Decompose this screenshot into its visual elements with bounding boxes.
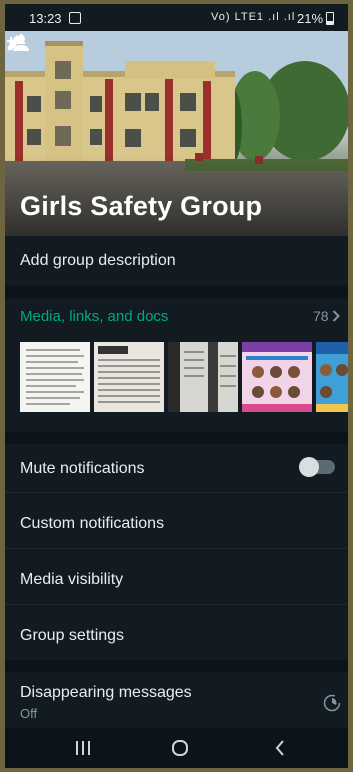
document-thumbnail	[26, 349, 84, 405]
media-thumbnail[interactable]	[94, 342, 164, 412]
section-gap	[5, 660, 348, 672]
mute-toggle[interactable]	[299, 457, 335, 477]
toggle-knob	[299, 457, 319, 477]
media-visibility-label: Media visibility	[20, 571, 124, 588]
edit-pencil-icon[interactable]	[5, 31, 27, 53]
network-status: Vo) LTE1 .ıl .ıl	[211, 11, 296, 23]
status-bar: 13:23 Vo) LTE1 .ıl .ıl 21%	[5, 4, 348, 31]
home-icon[interactable]	[171, 739, 189, 757]
media-thumbnail[interactable]	[168, 342, 238, 412]
poster-thumbnail	[316, 342, 348, 412]
add-description-label: Add group description	[20, 252, 176, 269]
mute-notifications-row[interactable]: Mute notifications	[5, 444, 348, 492]
group-settings-label: Group settings	[20, 627, 125, 644]
battery-level: 21%	[297, 11, 324, 26]
media-thumbnail[interactable]	[20, 342, 90, 412]
newspaper-clipping-thumbnail	[168, 342, 236, 412]
media-visibility-row[interactable]: Media visibility	[5, 549, 348, 604]
custom-notifications-row[interactable]: Custom notifications	[5, 493, 348, 548]
group-photo[interactable]: Girls Safety Group	[5, 31, 348, 236]
group-name: Girls Safety Group	[20, 191, 263, 221]
back-nav-icon[interactable]	[275, 740, 285, 756]
section-gap	[5, 286, 348, 298]
disappearing-messages-value: Off	[20, 706, 38, 721]
media-count[interactable]: 78	[313, 308, 329, 324]
disappearing-messages-row[interactable]: Disappearing messages Off	[5, 672, 348, 728]
media-section: Media, links, and docs 78	[5, 298, 348, 432]
section-gap	[5, 432, 348, 444]
notification-icon	[69, 12, 81, 24]
recent-apps-icon[interactable]	[75, 741, 91, 755]
media-thumbnail[interactable]	[242, 342, 312, 412]
media-thumbnail[interactable]	[316, 342, 348, 412]
chevron-right-icon[interactable]	[332, 310, 340, 322]
group-settings-row[interactable]: Group settings	[5, 605, 348, 660]
media-links-docs-title[interactable]: Media, links, and docs	[20, 308, 168, 325]
poster-thumbnail	[242, 342, 312, 412]
android-navigation-bar	[5, 728, 348, 768]
disappearing-messages-label: Disappearing messages	[20, 684, 192, 701]
newspaper-thumbnail	[98, 346, 160, 403]
battery-icon	[326, 12, 334, 25]
mute-notifications-label: Mute notifications	[20, 460, 145, 477]
add-description-row[interactable]: Add group description	[5, 236, 348, 286]
status-time: 13:23	[29, 11, 62, 26]
custom-notifications-label: Custom notifications	[20, 515, 165, 532]
timer-icon	[323, 694, 341, 712]
phone-screen: 13:23 Vo) LTE1 .ıl .ıl 21% Girls Safety …	[5, 4, 348, 768]
